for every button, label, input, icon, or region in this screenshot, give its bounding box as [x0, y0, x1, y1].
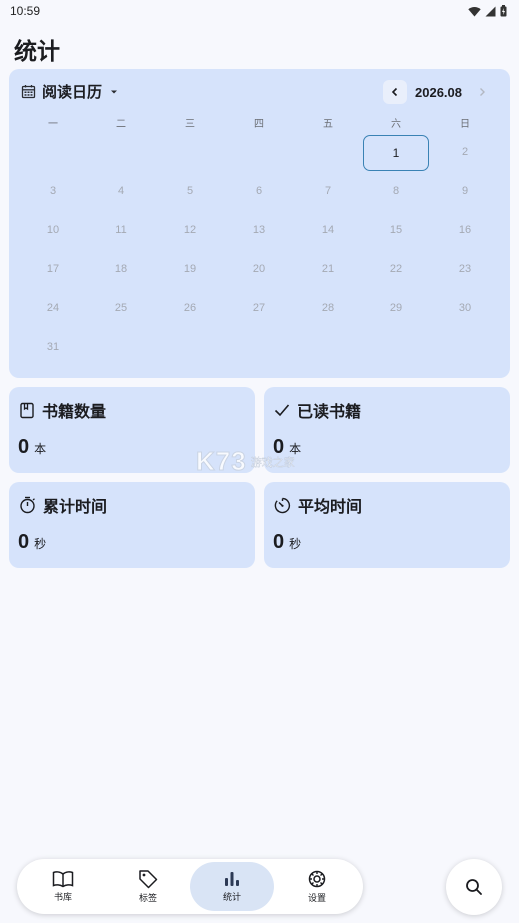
calendar-title: 阅读日历	[42, 83, 103, 101]
watermark-logo: K73	[196, 446, 247, 477]
month-navigation: 2026.08	[383, 80, 494, 104]
calendar-day[interactable]: 31	[33, 341, 73, 353]
nav-item-library[interactable]: 书库	[21, 862, 105, 911]
calendar-day[interactable]: 7	[308, 185, 348, 197]
search-icon	[466, 879, 482, 895]
gear-icon	[308, 870, 326, 888]
calendar-day[interactable]: 5	[170, 185, 210, 197]
calendar-day[interactable]: 23	[445, 263, 485, 275]
battery-icon	[500, 5, 507, 17]
calendar-day[interactable]: 11	[101, 224, 141, 236]
calendar-day[interactable]: 3	[33, 185, 73, 197]
calendar-day[interactable]: 9	[445, 185, 485, 197]
calendar-day[interactable]: 15	[376, 224, 416, 236]
weekday-label: 六	[391, 119, 401, 130]
weekday-label: 二	[116, 119, 126, 130]
calendar-day[interactable]: 2	[445, 146, 485, 158]
calendar-title-dropdown[interactable]: 阅读日历	[21, 81, 120, 102]
nav-item-statistics[interactable]: 统计	[190, 862, 274, 911]
calendar-day-today[interactable]: 1	[363, 135, 429, 171]
chevron-left-icon	[391, 87, 398, 97]
average-time-unit: 秒	[289, 537, 302, 551]
search-button[interactable]	[446, 859, 502, 915]
nav-label-tags: 标签	[138, 894, 157, 904]
nav-label-statistics: 统计	[222, 893, 241, 903]
average-time-title: 平均时间	[298, 497, 363, 516]
book-count-value: 0	[18, 436, 30, 458]
calendar-day[interactable]: 16	[445, 224, 485, 236]
calendar-day[interactable]: 18	[101, 263, 141, 275]
nav-item-tags[interactable]: 标签	[106, 862, 190, 911]
calendar-day[interactable]: 21	[308, 263, 348, 275]
total-time-unit: 秒	[34, 537, 47, 551]
nav-item-settings[interactable]: 设置	[275, 862, 359, 911]
nav-label-library: 书库	[53, 893, 72, 903]
signal-icon	[485, 6, 496, 16]
bar-chart-icon	[225, 872, 239, 886]
calendar-icon	[21, 85, 36, 99]
dropdown-arrow-icon	[111, 90, 118, 93]
calendar-day[interactable]: 4	[101, 185, 141, 197]
read-books-title: 已读书籍	[297, 402, 362, 421]
calendar-day[interactable]: 25	[101, 302, 141, 314]
average-time-card: 平均时间 0 秒	[264, 482, 510, 568]
calendar-day[interactable]: 10	[33, 224, 73, 236]
total-time-card: 累计时间 0 秒	[9, 482, 255, 568]
stopwatch-icon	[20, 496, 35, 514]
calendar-day[interactable]: 26	[170, 302, 210, 314]
watermark-text: 游戏之家	[250, 455, 295, 469]
calendar-day[interactable]: 13	[239, 224, 279, 236]
timer-icon	[274, 497, 291, 513]
bottom-navigation: 书库 标签 统计 设置	[17, 859, 363, 914]
book-count-unit: 本	[34, 442, 47, 456]
status-time: 10:59	[10, 4, 41, 18]
average-time-value: 0	[273, 531, 285, 553]
chevron-right-icon	[480, 88, 485, 96]
weekday-label: 四	[254, 119, 264, 130]
calendar-day[interactable]: 14	[308, 224, 348, 236]
calendar-day[interactable]: 8	[376, 185, 416, 197]
book-count-title: 书籍数量	[42, 402, 107, 421]
page-title: 统计	[14, 39, 60, 65]
calendar-day[interactable]: 20	[239, 263, 279, 275]
calendar-day[interactable]: 27	[239, 302, 279, 314]
book-icon	[20, 402, 34, 418]
weekday-label: 三	[185, 119, 195, 130]
tag-icon	[139, 870, 158, 889]
wifi-icon	[468, 6, 481, 16]
status-icons	[468, 5, 507, 17]
status-bar: 10:59	[0, 0, 519, 22]
current-month: 2026.08	[415, 84, 462, 100]
calendar-day[interactable]: 12	[170, 224, 210, 236]
weekday-label: 一	[48, 119, 58, 130]
open-book-icon	[52, 871, 74, 888]
calendar-day[interactable]: 24	[33, 302, 73, 314]
weekday-label: 五	[323, 119, 333, 130]
calendar-day[interactable]: 19	[170, 263, 210, 275]
calendar-day[interactable]: 6	[239, 185, 279, 197]
calendar-day[interactable]: 22	[376, 263, 416, 275]
read-books-card: 已读书籍 0 本	[264, 387, 510, 473]
total-time-title: 累计时间	[43, 497, 108, 516]
next-month-button[interactable]	[470, 80, 494, 104]
calendar-day[interactable]: 30	[445, 302, 485, 314]
calendar-day[interactable]: 29	[376, 302, 416, 314]
check-icon	[274, 404, 290, 417]
total-time-value: 0	[18, 531, 30, 553]
reading-calendar-card: 阅读日历 2026.08 一二三四五六日 1 2 3 4 5 6 7 8 9 10 11 12 13 14…	[9, 69, 510, 378]
nav-label-settings: 设置	[307, 894, 326, 904]
calendar-day[interactable]: 17	[33, 263, 73, 275]
prev-month-button[interactable]	[383, 80, 407, 104]
weekday-label: 日	[460, 119, 470, 130]
watermark: K73 游戏之家	[196, 446, 295, 477]
calendar-day[interactable]: 28	[308, 302, 348, 314]
